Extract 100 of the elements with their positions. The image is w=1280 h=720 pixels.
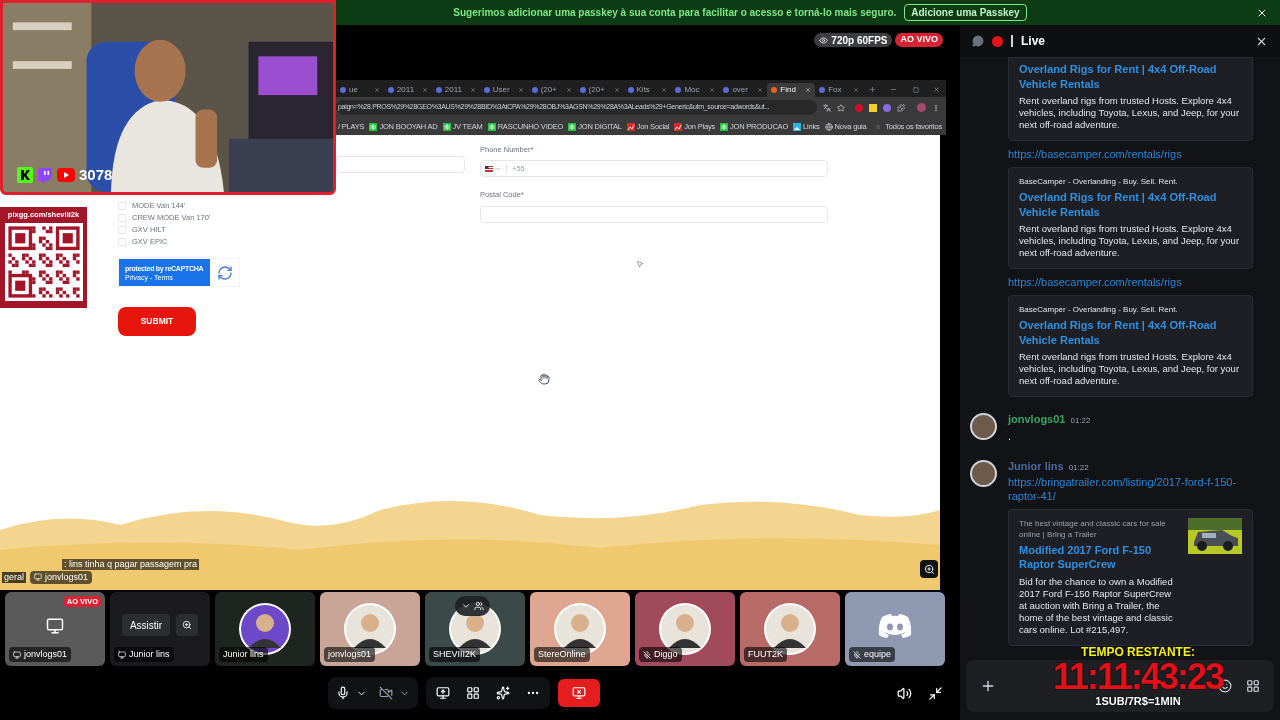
participant-tile[interactable]: SHEVIII2K xyxy=(425,592,525,666)
embed-description: Rent overland rigs from trusted Hosts. Explore 4x4 vehicles, including Toyota, Lexus, and Jeep, for your next off-road adventure. xyxy=(1019,223,1241,259)
message-link[interactable]: https://basecamper.com/rentals/rigs xyxy=(1008,275,1280,289)
embed-title-link[interactable]: Overland Rigs for Rent | 4x4 Off-Road Vehicle Rentals xyxy=(1019,62,1242,91)
participant-tile[interactable]: Assistir Junior lins xyxy=(110,592,210,666)
participant-tile[interactable]: Junior lins xyxy=(215,592,315,666)
embed-description: Rent overland rigs from trusted Hosts. Explore 4x4 vehicles, including Toyota, Lexus, and Jeep, for your next off-road adventure. xyxy=(1019,95,1241,131)
hand-cursor-icon xyxy=(538,373,550,385)
embed-title-link[interactable]: Overland Rigs for Rent | 4x4 Off-Road Vehicle Rentals xyxy=(1019,318,1242,347)
tab-title: 2011 xyxy=(444,84,464,96)
star-icon[interactable] xyxy=(837,103,845,112)
tab-title: Moc xyxy=(684,84,701,96)
menu-icon[interactable] xyxy=(932,103,940,112)
translate-icon[interactable] xyxy=(823,103,831,112)
browser-tab[interactable]: Find xyxy=(767,83,816,97)
browser-tab[interactable]: Moc xyxy=(671,83,720,97)
favicon-icon xyxy=(819,87,826,93)
browser-tab[interactable]: (20+ xyxy=(527,83,576,97)
watch-button[interactable]: Assistir xyxy=(121,614,171,636)
browser-tab[interactable]: (20+ xyxy=(575,83,624,97)
checkbox[interactable] xyxy=(118,225,126,234)
embed-provider: BaseCamper - Overlanding - Buy. Sell. Rent. xyxy=(1019,304,1179,315)
tab-title: ue xyxy=(349,84,359,96)
postal-code-field[interactable] xyxy=(480,205,828,223)
profile-avatar[interactable] xyxy=(917,103,926,112)
message-time: 01:22 xyxy=(1068,462,1089,474)
puzzle-icon[interactable] xyxy=(897,103,905,112)
live-badge: AO VIVO xyxy=(895,33,943,47)
message-text: . xyxy=(1008,428,1013,444)
stream-name-label: jonvlogs01 xyxy=(30,570,93,584)
zoom-button[interactable] xyxy=(920,560,938,578)
tab-title: Fox xyxy=(828,84,843,96)
favicon-icon xyxy=(627,87,634,93)
text-field[interactable] xyxy=(336,156,465,173)
browser-tab[interactable]: User xyxy=(479,83,528,97)
caret-icon xyxy=(461,601,471,611)
end-stream-button[interactable] xyxy=(557,679,600,707)
panel-title: Live xyxy=(1021,33,1046,50)
timer-label: TEMPO RESTANTE: xyxy=(1081,645,1195,659)
spreadsheet-icon xyxy=(442,122,451,131)
embed-title-link[interactable]: Overland Rigs for Rent | 4x4 Off-Road Vehicle Rentals xyxy=(1019,190,1242,219)
stop-screen-icon xyxy=(571,686,586,700)
message-input[interactable] xyxy=(966,660,1274,712)
new-tab-icon[interactable] xyxy=(869,86,877,93)
flag-icon xyxy=(485,165,493,172)
spreadsheet-icon xyxy=(720,122,729,131)
volume-icon[interactable] xyxy=(897,685,912,701)
participant-name: SHEVIII2K xyxy=(429,647,481,662)
microphone-icon[interactable] xyxy=(335,686,350,700)
embed-title-link[interactable]: Modified 2017 Ford F-150 Raptor SuperCrew xyxy=(1019,542,1182,572)
favicon-icon xyxy=(435,87,442,93)
participant-name: Diggo xyxy=(639,647,682,662)
apps-icon[interactable] xyxy=(1246,679,1260,693)
favicon-icon xyxy=(723,87,730,93)
camera-off-icon[interactable] xyxy=(378,686,393,700)
screen-share-icon[interactable] xyxy=(435,686,450,700)
spreadsheet-icon xyxy=(369,122,378,131)
participant-tile[interactable]: StereOnline xyxy=(530,592,630,666)
favicon-icon xyxy=(675,87,682,93)
browser-tab[interactable]: 2011 xyxy=(431,83,480,97)
popout-button[interactable] xyxy=(176,614,199,636)
tile-menu-button[interactable] xyxy=(455,596,490,616)
monitor-icon xyxy=(34,573,42,582)
muted-icon xyxy=(853,650,861,659)
participant-tile[interactable]: equipe xyxy=(845,592,945,666)
people-icon xyxy=(474,601,484,611)
browser-tab[interactable]: Fox xyxy=(815,83,864,97)
submit-button[interactable]: SUBMIT xyxy=(118,307,196,336)
discord-logo-icon xyxy=(878,613,912,639)
tab-title: Kits xyxy=(636,84,651,96)
activities-icon[interactable] xyxy=(465,686,480,700)
exit-fullscreen-icon[interactable] xyxy=(928,685,943,701)
message-link[interactable]: https://bringatrailer.com/listing/2017-ford-f-150-raptor-41/ xyxy=(1008,474,1238,503)
participant-name: StereOnline xyxy=(534,647,590,662)
minimize-icon[interactable] xyxy=(890,86,898,93)
tab-title: Find xyxy=(780,84,797,96)
checkbox[interactable] xyxy=(118,213,126,222)
browser-tab[interactable]: ue xyxy=(336,83,384,97)
chat-icon[interactable] xyxy=(972,35,984,47)
passkey-button[interactable]: Adicione uma Passkey xyxy=(904,4,1027,21)
favicon-icon xyxy=(771,87,778,93)
maximize-icon[interactable] xyxy=(913,87,920,93)
chart-icon xyxy=(626,122,635,131)
soundboard-icon[interactable] xyxy=(495,686,510,700)
browser-tab[interactable]: over xyxy=(719,83,768,97)
checkbox[interactable] xyxy=(118,237,126,246)
participant-tile[interactable]: FUUT2K xyxy=(740,592,840,666)
participant-tile[interactable]: Diggo xyxy=(635,592,735,666)
message-author[interactable]: jonvlogs01 xyxy=(1008,411,1066,428)
zoom-icon xyxy=(182,620,193,630)
message-link[interactable]: https://basecamper.com/rentals/rigs xyxy=(1008,147,1280,161)
participant-tile[interactable]: jonvlogs01 xyxy=(320,592,420,666)
user-avatar xyxy=(970,413,997,440)
browser-tab[interactable]: Kits xyxy=(623,83,672,97)
browser-tab[interactable]: 2011 xyxy=(383,83,432,97)
checkbox[interactable] xyxy=(118,201,126,210)
attach-icon[interactable] xyxy=(980,678,996,694)
timer-rate: 1SUB/7R$=1MIN xyxy=(1095,695,1181,707)
favicon-icon xyxy=(340,87,346,93)
tab-title: User xyxy=(492,84,511,96)
